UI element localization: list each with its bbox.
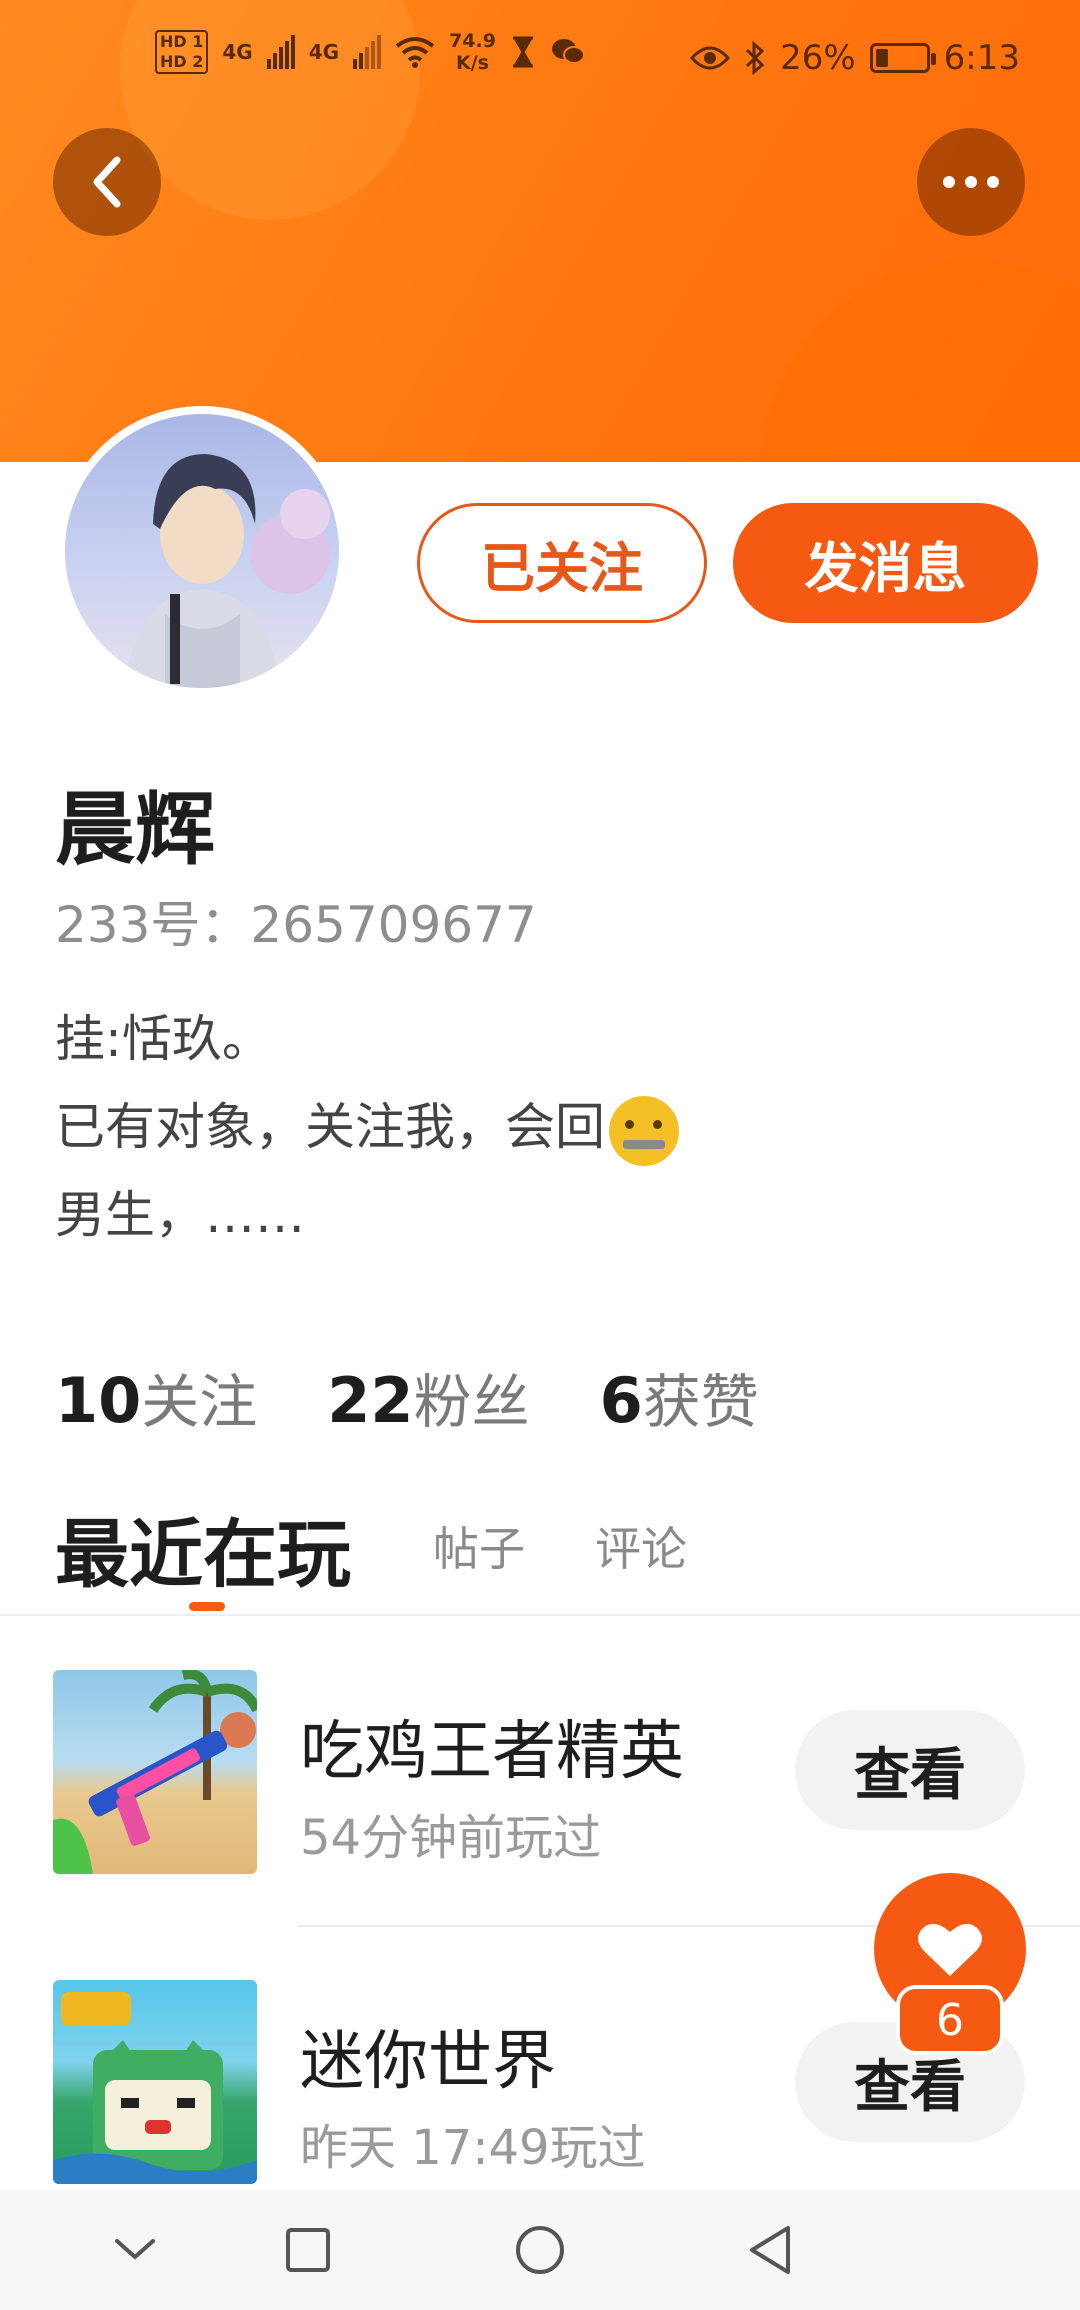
likes-label: 获赞: [642, 1368, 759, 1436]
system-navigation-bar: [0, 2190, 1080, 2310]
avatar-illustration: [125, 454, 330, 688]
battery-percent: 26%: [780, 38, 856, 78]
bluetooth-icon: [746, 41, 765, 75]
following-stat[interactable]: 10 关注: [55, 1355, 257, 1439]
profile-bio: 挂:恬玖。 已有对象，关注我，会回 男生，……: [55, 995, 679, 1259]
game-last-played: 54分钟前玩过: [300, 1810, 602, 1866]
likes-stat[interactable]: 6 获赞: [600, 1355, 759, 1439]
tab-comments[interactable]: 评论: [595, 1513, 687, 1579]
chevron-down-icon: [115, 2239, 155, 2260]
circle-icon: [516, 2226, 564, 2274]
signal-icon: [353, 35, 382, 69]
game-thumbnail-art: [53, 1992, 257, 2184]
profile-tabs: 最近在玩 帖子 评论: [55, 1495, 1055, 1615]
tab-posts[interactable]: 帖子: [433, 1513, 525, 1579]
active-tab-indicator: [189, 1602, 225, 1611]
send-message-button[interactable]: 发消息: [733, 503, 1038, 623]
profile-id: 233号：265709677: [55, 896, 537, 954]
hd-indicator: HD 1 HD 2: [155, 30, 209, 74]
chevron-left-icon: [93, 156, 121, 208]
fans-label: 粉丝: [413, 1368, 530, 1436]
wifi-icon: [395, 37, 435, 68]
nav-collapse-button[interactable]: [105, 2220, 165, 2280]
eye-icon: [690, 46, 731, 70]
nav-back-button[interactable]: [740, 2220, 800, 2280]
bio-line: 男生，……: [55, 1186, 305, 1244]
triangle-back-icon: [750, 2226, 790, 2274]
tab-recent-play[interactable]: 最近在玩: [55, 1495, 351, 1602]
back-button[interactable]: [53, 128, 161, 236]
heart-icon: [918, 1923, 982, 1976]
signal-icon: [266, 35, 295, 69]
like-count-badge: 6: [896, 1985, 1004, 2055]
more-button[interactable]: [917, 128, 1025, 236]
speed-unit: K/s: [456, 52, 489, 74]
network-speed: 74.9 K/s: [449, 30, 496, 74]
bio-line: 挂:恬玖。: [55, 1010, 272, 1068]
nav-recents-button[interactable]: [278, 2220, 338, 2280]
tab-divider: [0, 1614, 1080, 1616]
zipper-mouth-emoji-icon: [609, 1095, 679, 1166]
status-bar: HD 1 HD 2 4G 4G 74.9 K/s 26% 6:13: [0, 0, 1080, 130]
network-label-1: 4G: [222, 40, 253, 64]
likes-count: 6: [599, 1364, 643, 1437]
battery-fill: [875, 49, 888, 67]
following-label: 关注: [141, 1368, 258, 1436]
banner-decoration: [760, 260, 1080, 462]
speed-value: 74.9: [449, 30, 496, 52]
wechat-icon: [551, 39, 585, 64]
game-title: 迷你世界: [300, 2025, 556, 2099]
more-dots-icon: [943, 176, 999, 188]
hd1-label: HD 1: [160, 32, 204, 51]
hourglass-icon: [512, 36, 533, 68]
game-last-played: 昨天 17:49玩过: [300, 2120, 646, 2176]
game-title: 吃鸡王者精英: [300, 1715, 684, 1789]
bio-line: 已有对象，关注我，会回: [55, 1098, 605, 1156]
clock: 6:13: [943, 38, 1020, 78]
nav-home-button[interactable]: [510, 2220, 570, 2280]
profile-name: 晨辉: [55, 783, 215, 876]
avatar[interactable]: [57, 406, 347, 696]
hd2-label: HD 2: [160, 52, 204, 71]
network-label-2: 4G: [308, 40, 340, 64]
follow-button[interactable]: 已关注: [417, 503, 707, 623]
following-count: 10: [55, 1364, 142, 1437]
view-game-button[interactable]: 查看: [795, 1710, 1025, 1830]
fans-stat[interactable]: 22 粉丝: [327, 1355, 529, 1439]
battery-icon: [869, 43, 936, 73]
fans-count: 22: [327, 1364, 414, 1437]
square-icon: [286, 2228, 330, 2272]
avatar-image: [65, 414, 339, 688]
profile-stats: 10 关注 22 粉丝 6 获赞: [55, 1355, 759, 1439]
game-thumbnail: [53, 1980, 257, 2184]
game-thumbnail-art: [53, 1670, 257, 1874]
game-thumbnail: [53, 1670, 257, 1874]
bio-line-with-emoji: 已有对象，关注我，会回: [55, 1083, 679, 1171]
